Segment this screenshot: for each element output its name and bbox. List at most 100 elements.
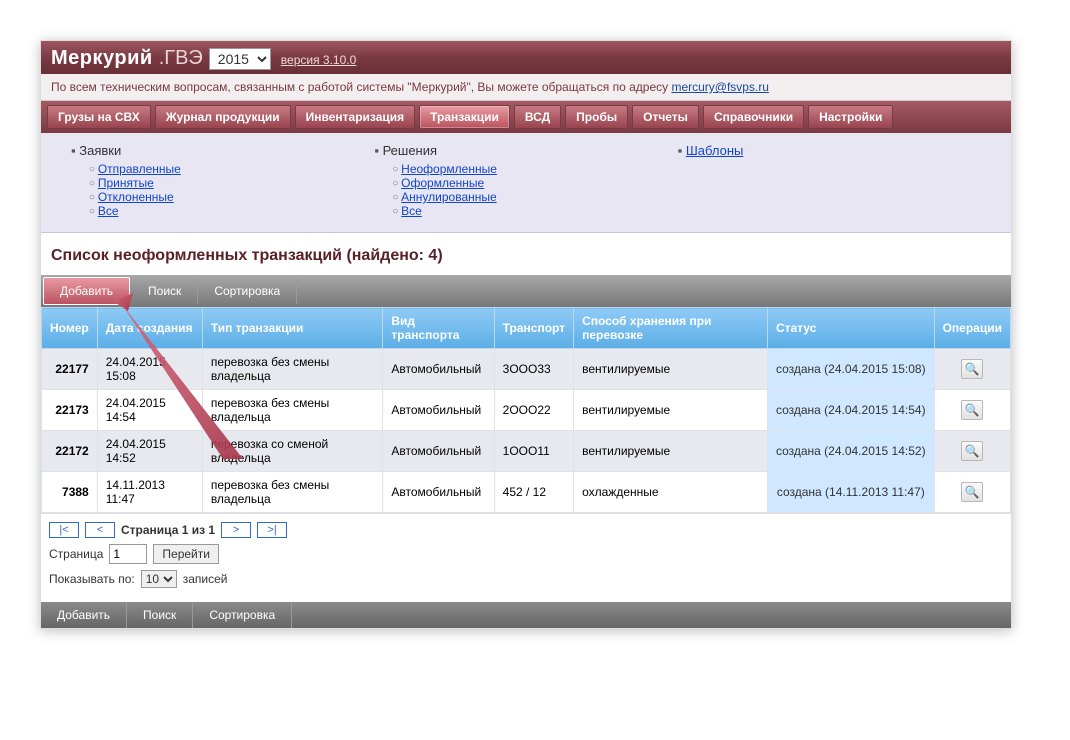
subnav-col2-link-3[interactable]: Все (401, 204, 422, 218)
pager-go-button[interactable]: Перейти (153, 544, 219, 564)
view-icon[interactable]: 🔍 (961, 482, 983, 502)
tab-2[interactable]: Инвентаризация (295, 105, 416, 129)
view-icon[interactable]: 🔍 (961, 441, 983, 461)
search-button-bottom[interactable]: Поиск (127, 602, 193, 628)
pager-page-of: Страница 1 из 1 (121, 523, 215, 537)
cell-status: создана (14.11.2013 11:47) (767, 472, 934, 513)
cell-num: 22173 (42, 390, 98, 431)
cell-ops: 🔍 (934, 431, 1010, 472)
col-header-7: Операции (934, 308, 1010, 349)
cell-date: 24.04.2015 14:52 (97, 431, 202, 472)
cell-date: 14.11.2013 11:47 (97, 472, 202, 513)
col-header-5: Способ хранения при перевозке (574, 308, 768, 349)
cell-mode: Автомобильный (383, 349, 494, 390)
col-header-0: Номер (42, 308, 98, 349)
pager-show-label: Показывать по: (49, 572, 135, 586)
pager-show-suffix: записей (183, 572, 228, 586)
cell-storage: вентилируемые (574, 431, 768, 472)
cell-storage: охлажденные (574, 472, 768, 513)
cell-mode: Автомобильный (383, 390, 494, 431)
cell-type: перевозка без смены владельца (202, 472, 383, 513)
pager-last-button[interactable]: >| (257, 522, 287, 538)
cell-num: 7388 (42, 472, 98, 513)
cell-num: 22172 (42, 431, 98, 472)
cell-ops: 🔍 (934, 349, 1010, 390)
search-button[interactable]: Поиск (132, 278, 198, 304)
table-row: 738814.11.2013 11:47перевозка без смены … (42, 472, 1011, 513)
table-row: 2217324.04.2015 14:54перевозка без смены… (42, 390, 1011, 431)
pager: |< < Страница 1 из 1 > >| Страница Перей… (41, 513, 1011, 602)
subnav-col2-link-0[interactable]: Неоформленные (401, 162, 497, 176)
subnav-col2-link-1[interactable]: Оформленные (401, 176, 484, 190)
subnav: Заявки ОтправленныеПринятыеОтклоненныеВс… (41, 133, 1011, 233)
cell-ops: 🔍 (934, 472, 1010, 513)
tab-5[interactable]: Пробы (565, 105, 628, 129)
add-button[interactable]: Добавить (43, 277, 130, 305)
subnav-col1-link-2[interactable]: Отклоненные (98, 190, 174, 204)
cell-mode: Автомобильный (383, 431, 494, 472)
cell-type: перевозка без смены владельца (202, 390, 383, 431)
col-header-1: Дата создания (97, 308, 202, 349)
sort-button[interactable]: Сортировка (198, 278, 297, 304)
table-row: 2217724.04.2015 15:08перевозка без смены… (42, 349, 1011, 390)
brand-main: Меркурий (51, 47, 153, 70)
sort-button-bottom[interactable]: Сортировка (193, 602, 292, 628)
subnav-col1-link-3[interactable]: Все (98, 204, 119, 218)
subnav-col2-link-2[interactable]: Аннулированные (401, 190, 497, 204)
cell-storage: вентилируемые (574, 390, 768, 431)
cell-mode: Автомобильный (383, 472, 494, 513)
tab-1[interactable]: Журнал продукции (155, 105, 291, 129)
cell-status: создана (24.04.2015 15:08) (767, 349, 934, 390)
tab-4[interactable]: ВСД (514, 105, 561, 129)
page-title: Список неоформленных транзакций (найдено… (41, 233, 1011, 275)
subnav-col1-link-0[interactable]: Отправленные (98, 162, 181, 176)
version-link[interactable]: версия 3.10.0 (281, 53, 357, 67)
cell-status: создана (24.04.2015 14:52) (767, 431, 934, 472)
brand-sub: .ГВЭ (159, 47, 203, 70)
table-row: 2217224.04.2015 14:52перевозка со сменой… (42, 431, 1011, 472)
view-icon[interactable]: 🔍 (961, 359, 983, 379)
subnav-col1-link-1[interactable]: Принятые (98, 176, 154, 190)
col-header-2: Тип транзакции (202, 308, 383, 349)
tab-8[interactable]: Настройки (808, 105, 893, 129)
support-text: По всем техническим вопросам, связанным … (51, 80, 671, 94)
support-bar: По всем техническим вопросам, связанным … (41, 74, 1011, 101)
cell-num: 22177 (42, 349, 98, 390)
main-tabs: Грузы на СВХЖурнал продукцииИнвентаризац… (41, 101, 1011, 133)
cell-vehicle: 1ООО11 (494, 431, 573, 472)
pager-page-label: Страница (49, 547, 103, 561)
col-header-4: Транспорт (494, 308, 573, 349)
cell-ops: 🔍 (934, 390, 1010, 431)
subnav-templates-link[interactable]: Шаблоны (686, 143, 744, 158)
tab-6[interactable]: Отчеты (632, 105, 699, 129)
toolbar-bottom: Добавить Поиск Сортировка (41, 602, 1011, 628)
pager-prev-button[interactable]: < (85, 522, 115, 538)
add-button-bottom[interactable]: Добавить (41, 602, 127, 628)
year-select[interactable]: 2015 (209, 48, 271, 70)
subnav-col2-title: Решения (374, 143, 677, 158)
cell-date: 24.04.2015 14:54 (97, 390, 202, 431)
pager-next-button[interactable]: > (221, 522, 251, 538)
tab-3[interactable]: Транзакции (419, 105, 510, 129)
toolbar-top: Добавить Поиск Сортировка (41, 275, 1011, 307)
cell-status: создана (24.04.2015 14:54) (767, 390, 934, 431)
view-icon[interactable]: 🔍 (961, 400, 983, 420)
col-header-6: Статус (767, 308, 934, 349)
cell-type: перевозка без смены владельца (202, 349, 383, 390)
pager-first-button[interactable]: |< (49, 522, 79, 538)
cell-vehicle: 3ООО33 (494, 349, 573, 390)
col-header-3: Вид транспорта (383, 308, 494, 349)
transactions-table: НомерДата созданияТип транзакцииВид тран… (41, 307, 1011, 513)
tab-7[interactable]: Справочники (703, 105, 804, 129)
cell-type: перевозка со сменой владельца (202, 431, 383, 472)
cell-date: 24.04.2015 15:08 (97, 349, 202, 390)
support-email-link[interactable]: mercury@fsvps.ru (671, 80, 769, 94)
cell-vehicle: 452 / 12 (494, 472, 573, 513)
subnav-col1-title: Заявки (71, 143, 374, 158)
cell-storage: вентилируемые (574, 349, 768, 390)
pager-page-input[interactable] (109, 544, 147, 564)
tab-0[interactable]: Грузы на СВХ (47, 105, 151, 129)
app-header: Меркурий .ГВЭ 2015 версия 3.10.0 (41, 41, 1011, 74)
pager-size-select[interactable]: 10 (141, 570, 177, 588)
cell-vehicle: 2ООО22 (494, 390, 573, 431)
